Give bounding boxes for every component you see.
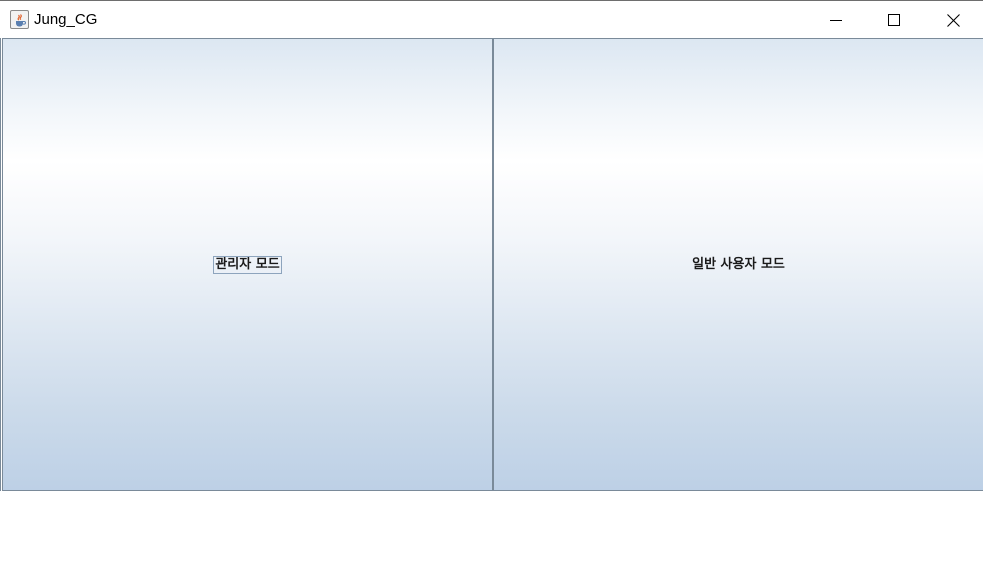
admin-mode-button[interactable]: 관리자 모드 <box>2 38 493 491</box>
java-coffee-icon <box>10 10 29 29</box>
window-title: Jung_CG <box>34 11 98 28</box>
application-window: Jung_CG 관리자 모드 일반 사용자 모드 <box>0 0 983 576</box>
maximize-button[interactable] <box>865 1 923 39</box>
minimize-button[interactable] <box>807 1 865 39</box>
user-mode-button[interactable]: 일반 사용자 모드 <box>493 38 983 491</box>
minimize-icon <box>830 20 842 21</box>
close-button[interactable] <box>923 1 983 39</box>
main-content-panel: 관리자 모드 일반 사용자 모드 <box>0 38 983 491</box>
title-bar[interactable]: Jung_CG <box>0 0 983 38</box>
close-icon <box>946 13 960 27</box>
user-mode-label: 일반 사용자 모드 <box>692 256 785 272</box>
admin-mode-label: 관리자 모드 <box>213 255 282 274</box>
maximize-icon <box>888 14 900 26</box>
